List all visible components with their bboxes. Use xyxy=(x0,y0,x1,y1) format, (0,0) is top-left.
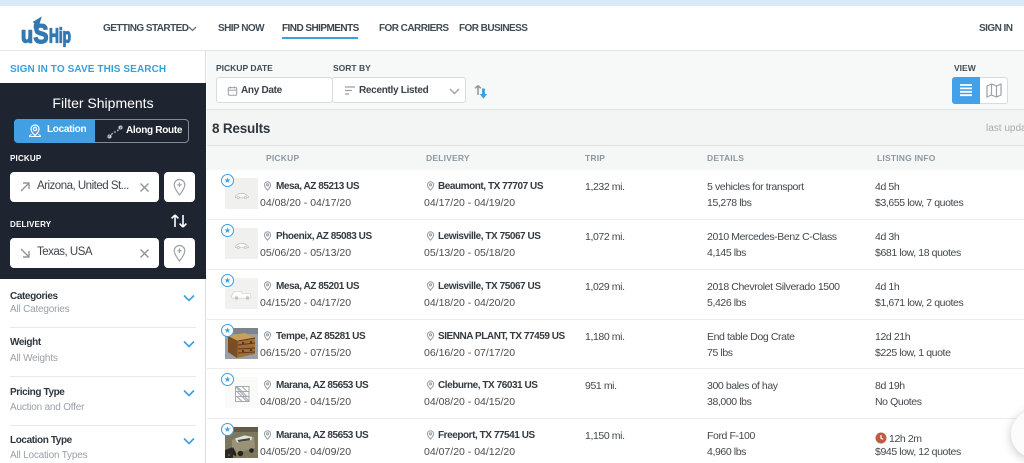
svg-text:u: u xyxy=(21,23,33,48)
svg-text:Hip: Hip xyxy=(49,26,71,48)
